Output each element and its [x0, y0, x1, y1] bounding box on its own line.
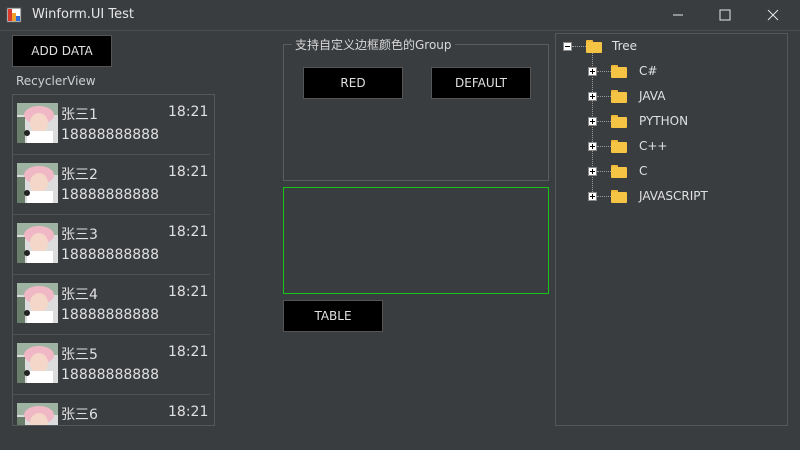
- message-time: 18:21: [168, 104, 209, 120]
- tree-connector: [597, 96, 611, 97]
- tree-node-label: Tree: [612, 39, 638, 53]
- tree-connector: [597, 146, 611, 147]
- avatar: [17, 103, 58, 143]
- red-button[interactable]: RED: [303, 67, 403, 99]
- folder-icon: [611, 64, 627, 78]
- tree-root-node[interactable]: Tree: [563, 38, 637, 54]
- green-border-panel: [283, 187, 549, 294]
- list-item[interactable]: 张三1 18:21 18888888888: [13, 95, 213, 155]
- message-time: 18:21: [168, 344, 209, 360]
- avatar: [17, 223, 58, 263]
- tree-node-label: C: [639, 164, 648, 178]
- tree-connector: [597, 121, 611, 122]
- expand-icon[interactable]: [588, 91, 597, 101]
- tree-view[interactable]: Tree C# JAVA PYTHON C++ C JAVASCRIPT: [555, 33, 788, 426]
- avatar: [17, 163, 58, 203]
- recyclerview-label: RecyclerView: [16, 74, 96, 88]
- contact-name: 张三4: [61, 287, 98, 303]
- list-item[interactable]: 张三4 18:21 18888888888: [13, 275, 213, 335]
- contact-name: 张三2: [61, 167, 98, 183]
- message-time: 18:21: [168, 164, 209, 180]
- contact-phone: 18888888888: [61, 187, 159, 203]
- list-item[interactable]: 张三2 18:21 18888888888: [13, 155, 213, 215]
- expand-icon[interactable]: [588, 166, 597, 176]
- title-bar: Winform.UI Test: [0, 0, 800, 30]
- table-button[interactable]: TABLE: [283, 300, 383, 332]
- app-icon: [6, 7, 22, 23]
- group-title: 支持自定义边框颜色的Group: [292, 36, 455, 53]
- tree-node[interactable]: C: [588, 163, 647, 179]
- list-item[interactable]: 张三5 18:21 18888888888: [13, 335, 213, 395]
- message-time: 18:21: [168, 224, 209, 240]
- window-title: Winform.UI Test: [32, 7, 134, 22]
- recycler-view[interactable]: 张三1 18:21 18888888888 张三2 18:21 18888888888 张三…: [12, 94, 215, 426]
- close-icon: [767, 9, 779, 21]
- message-time: 18:21: [168, 404, 209, 420]
- avatar: [17, 343, 58, 383]
- folder-icon: [611, 189, 627, 203]
- contact-name: 张三5: [61, 347, 98, 363]
- collapse-icon[interactable]: [563, 41, 572, 51]
- tree-connector: [597, 196, 611, 197]
- minimize-icon: [673, 14, 683, 16]
- custom-border-group: [283, 44, 549, 181]
- tree-node[interactable]: PYTHON: [588, 113, 688, 129]
- contact-name: 张三1: [61, 107, 98, 123]
- close-button[interactable]: [750, 0, 796, 30]
- minimize-button[interactable]: [655, 0, 701, 30]
- folder-icon: [611, 89, 627, 103]
- tree-node[interactable]: C++: [588, 138, 668, 154]
- expand-icon[interactable]: [588, 141, 597, 151]
- tree-node[interactable]: JAVA: [588, 88, 665, 104]
- maximize-icon: [719, 9, 731, 21]
- message-time: 18:21: [168, 284, 209, 300]
- contact-name: 张三3: [61, 227, 98, 243]
- avatar: [17, 283, 58, 323]
- tree-node[interactable]: JAVASCRIPT: [588, 188, 708, 204]
- folder-icon: [586, 39, 602, 53]
- contact-phone: 18888888888: [61, 367, 159, 383]
- tree-node-label: JAVA: [639, 89, 666, 103]
- expand-icon[interactable]: [588, 116, 597, 126]
- expand-icon[interactable]: [588, 191, 597, 201]
- maximize-button[interactable]: [702, 0, 748, 30]
- tree-node-label: JAVASCRIPT: [639, 189, 708, 203]
- folder-icon: [611, 114, 627, 128]
- tree-connector: [597, 71, 611, 72]
- tree-connector: [597, 171, 611, 172]
- tree-node-label: PYTHON: [639, 114, 689, 128]
- tree-node-label: C++: [639, 139, 668, 153]
- contact-phone: 18888888888: [61, 247, 159, 263]
- default-button[interactable]: DEFAULT: [431, 67, 531, 99]
- folder-icon: [611, 164, 627, 178]
- list-item[interactable]: 张三3 18:21 18888888888: [13, 215, 213, 275]
- tree-connector: [572, 46, 586, 47]
- contact-phone: 18888888888: [61, 127, 159, 143]
- expand-icon[interactable]: [588, 66, 597, 76]
- tree-node-label: C#: [639, 64, 658, 78]
- folder-icon: [611, 139, 627, 153]
- avatar: [17, 403, 58, 425]
- add-data-button[interactable]: ADD DATA: [12, 35, 112, 67]
- list-item[interactable]: 张三6 18:21: [13, 395, 213, 425]
- tree-node[interactable]: C#: [588, 63, 657, 79]
- title-separator: [0, 30, 800, 31]
- contact-name: 张三6: [61, 407, 98, 423]
- contact-phone: 18888888888: [61, 307, 159, 323]
